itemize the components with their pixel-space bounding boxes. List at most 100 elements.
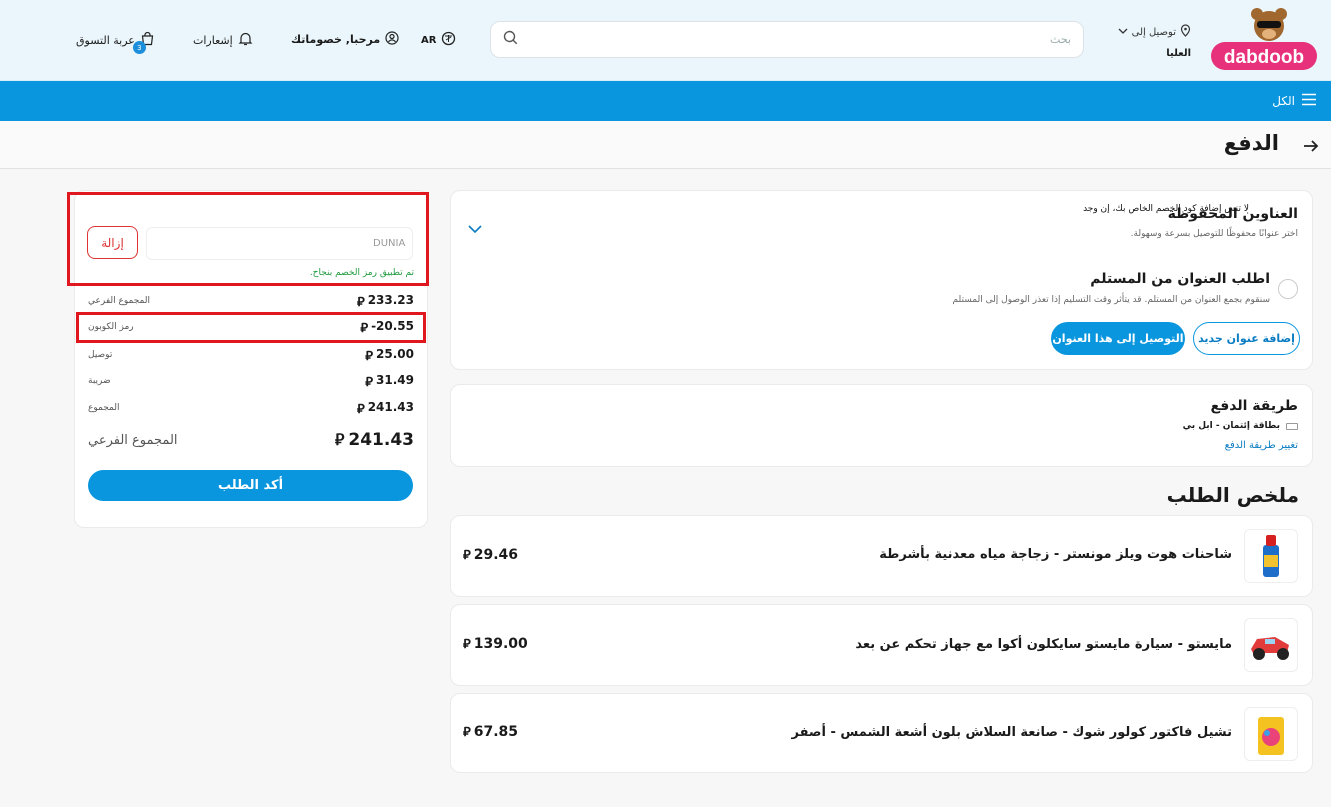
riyal-icon: ⃁	[356, 294, 365, 310]
totals-row-label: المجموع	[88, 403, 120, 413]
item-image	[1244, 618, 1298, 672]
payment-method-value: بطاقة إئتمان - ابل بي	[1182, 421, 1280, 431]
grand-total-amount: 241.43	[348, 430, 414, 450]
search-input[interactable]	[518, 33, 1071, 46]
grand-total-row: ⃁ 241.43 المجموع الفرعي	[88, 430, 414, 450]
tax-value: 31.49	[376, 372, 414, 387]
deliver-to-address-button[interactable]: التوصيل إلى هذا العنوان	[1051, 322, 1185, 355]
search-bar	[490, 21, 1084, 58]
totals-row-value: ⃁ 241.43	[357, 400, 414, 417]
item-image	[1244, 707, 1298, 761]
item-price-value: 67.85	[473, 723, 519, 740]
total-value: 241.43	[367, 399, 414, 414]
order-item: تشيل فاكتور كولور شوك - صانعة السلاش بلو…	[450, 693, 1313, 773]
totals-row-value: ⃁ 31.49	[365, 373, 414, 390]
back-arrow-icon[interactable]	[1303, 134, 1319, 158]
item-price-value: 29.46	[473, 546, 519, 563]
notifications-label: إشعارات	[193, 33, 233, 47]
riyal-icon: ⃁	[365, 348, 374, 364]
item-price: ⃁ 29.46	[463, 546, 519, 564]
item-name: تشيل فاكتور كولور شوك - صانعة السلاش بلو…	[791, 725, 1232, 740]
cart-button[interactable]: 3 عربة التسوق	[76, 31, 155, 54]
coupon-code-value: DUNIA	[373, 238, 406, 249]
notifications-button[interactable]: إشعارات	[193, 31, 253, 49]
totals-row-label: توصيل	[88, 350, 113, 360]
page-title: الدفع	[1223, 131, 1279, 155]
language-label: AR	[421, 34, 437, 46]
account-menu[interactable]: مرحبا, خصوماتك	[291, 31, 399, 48]
item-name: مايستو - سيارة مايستو سايكلون أكوا مع جه…	[855, 637, 1232, 652]
riyal-icon: ⃁	[463, 548, 471, 563]
item-price-value: 139.00	[473, 635, 528, 652]
location-pin-icon	[1180, 24, 1191, 40]
payment-method-row: بطاقة إئتمان - ابل بي	[1183, 421, 1298, 431]
delivery-city: العليا	[1166, 48, 1191, 59]
language-icon	[441, 31, 456, 49]
totals-row: ⃁ 25.00 توصيل	[88, 345, 414, 365]
category-navbar: الكل	[0, 81, 1331, 121]
riyal-icon: ⃁	[463, 637, 471, 652]
bell-icon	[238, 31, 253, 49]
chevron-down-icon	[1118, 27, 1128, 38]
totals-row-value: ⃁ -20.55	[360, 319, 414, 336]
header: dabdoob توصيل إلى العليا AR مرحبا, خص	[0, 0, 1331, 81]
totals-row-label: رمز الكوبون	[88, 322, 134, 332]
totals-row: ⃁ 31.49 ضريبة	[88, 371, 414, 391]
totals-row-value: ⃁ 233.23	[357, 293, 414, 310]
coupon-note: لا تنس إضافة كود الخصم الخاص بك، إن وجد	[1083, 204, 1249, 214]
grand-total-label: المجموع الفرعي	[88, 432, 178, 448]
all-label: الكل	[1272, 94, 1295, 108]
dabdoob-logo[interactable]: dabdoob	[1207, 6, 1321, 74]
chevron-down-icon[interactable]	[468, 219, 482, 238]
request-address-subtitle: سنقوم بجمع العنوان من المستلم. قد يتأثر …	[952, 295, 1270, 305]
all-categories-menu[interactable]: الكل	[1272, 93, 1317, 109]
order-summary-title: ملخص الطلب	[1166, 483, 1299, 507]
change-payment-link[interactable]: تغيير طريقة الدفع	[1225, 440, 1298, 451]
item-image	[1244, 529, 1298, 583]
payment-method-card: طريقة الدفع بطاقة إئتمان - ابل بي تغيير …	[450, 384, 1313, 467]
totals-row-label: ضريبة	[88, 376, 111, 386]
totals-row: ⃁ -20.55 رمز الكوبون	[88, 317, 414, 337]
request-address-title: اطلب العنوان من المستلم	[1090, 271, 1270, 287]
riyal-icon: ⃁	[365, 374, 374, 390]
svg-text:dabdoob: dabdoob	[1224, 47, 1304, 68]
payment-method-title: طريقة الدفع	[1210, 398, 1298, 414]
cart-count-badge: 3	[132, 41, 146, 54]
order-item: شاحنات هوت ويلز مونستر - زجاجة مياه معدن…	[450, 515, 1313, 597]
grand-total-value: ⃁ 241.43	[335, 430, 414, 450]
apple-pay-icon	[1286, 422, 1298, 430]
delivery-value: 25.00	[376, 346, 414, 361]
user-icon	[385, 31, 399, 48]
account-greeting: مرحبا, خصوماتك	[291, 33, 381, 46]
add-new-address-button[interactable]: إضافة عنوان جديد	[1193, 322, 1300, 355]
totals-row: ⃁ 241.43 المجموع	[88, 398, 414, 418]
item-price: ⃁ 67.85	[463, 723, 519, 741]
search-icon[interactable]	[503, 30, 518, 49]
confirm-order-button[interactable]: أكد الطلب	[88, 470, 413, 501]
coupon-discount-value: -20.55	[371, 318, 414, 333]
delivery-label: توصيل إلى	[1131, 26, 1176, 38]
shopping-bag-icon: 3	[132, 31, 155, 54]
riyal-icon: ⃁	[334, 430, 345, 449]
order-item: مايستو - سيارة مايستو سايكلون أكوا مع جه…	[450, 604, 1313, 686]
item-name: شاحنات هوت ويلز مونستر - زجاجة مياه معدن…	[879, 547, 1232, 562]
riyal-icon: ⃁	[356, 401, 365, 417]
delivery-location[interactable]: توصيل إلى العليا	[1116, 24, 1191, 59]
page-title-bar: الدفع	[0, 121, 1331, 169]
item-price: ⃁ 139.00	[463, 635, 528, 653]
addresses-card: العناوين المحفوظة اختر عنوانًا محفوظًا ل…	[450, 190, 1313, 370]
subtotal-value: 233.23	[367, 292, 414, 307]
remove-coupon-button[interactable]: إزالة	[87, 226, 138, 259]
hamburger-menu-icon	[1301, 93, 1317, 109]
saved-addresses-subtitle: اختر عنوانًا محفوظًا للتوصيل بسرعة وسهول…	[1130, 229, 1298, 239]
coupon-input[interactable]: DUNIA	[146, 227, 413, 260]
totals-row-value: ⃁ 25.00	[365, 347, 414, 364]
totals-row-label: المجموع الفرعي	[88, 296, 150, 306]
coupon-success-message: تم تطبيق رمز الخصم بنجاح.	[309, 268, 414, 278]
riyal-icon: ⃁	[360, 320, 369, 336]
request-address-radio[interactable]	[1278, 279, 1298, 299]
riyal-icon: ⃁	[463, 725, 471, 740]
totals-row: ⃁ 233.23 المجموع الفرعي	[88, 291, 414, 311]
cart-label: عربة التسوق	[76, 33, 135, 47]
language-switch[interactable]: AR	[421, 31, 456, 49]
